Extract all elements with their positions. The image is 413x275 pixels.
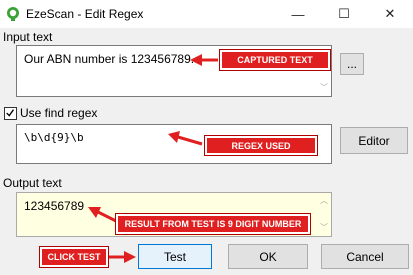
annotation-regex-used: REGEX USED (204, 135, 318, 156)
annotation-captured-text: CAPTURED TEXT (219, 49, 331, 71)
use-find-regex-checkbox[interactable] (4, 107, 17, 120)
ezescan-icon (7, 7, 19, 21)
maximize-button[interactable]: ☐ (321, 0, 367, 28)
cancel-button[interactable]: Cancel (321, 244, 409, 269)
scroll-down-icon[interactable]: ﹀ (319, 223, 329, 233)
annotation-click-test: CLICK TEST (39, 246, 109, 268)
close-button[interactable]: ✕ (367, 0, 413, 28)
annotation-result: RESULT FROM TEST IS 9 DIGIT NUMBER (115, 213, 311, 235)
arrowhead-test (124, 251, 136, 263)
ok-button[interactable]: OK (228, 244, 308, 269)
minimize-button[interactable]: — (275, 0, 321, 28)
input-text-label: Input text (3, 30, 53, 44)
output-text-value: 123456789 (24, 199, 85, 213)
regex-value: \b\d{9}\b (24, 131, 84, 144)
title-bar: EzeScan - Edit Regex — ☐ ✕ (0, 0, 413, 28)
test-button[interactable]: Test (138, 244, 212, 269)
window-title: EzeScan - Edit Regex (26, 7, 144, 21)
output-text-label: Output text (3, 176, 62, 190)
checkmark-icon (6, 109, 15, 117)
scroll-down-icon[interactable]: ﹀ (319, 83, 329, 93)
scroll-up-icon[interactable]: ︿ (319, 196, 329, 206)
input-text-value: Our ABN number is 123456789. (24, 52, 195, 66)
use-find-regex-label: Use find regex (20, 106, 98, 120)
browse-button[interactable]: ... (340, 53, 364, 75)
editor-button[interactable]: Editor (340, 127, 408, 154)
